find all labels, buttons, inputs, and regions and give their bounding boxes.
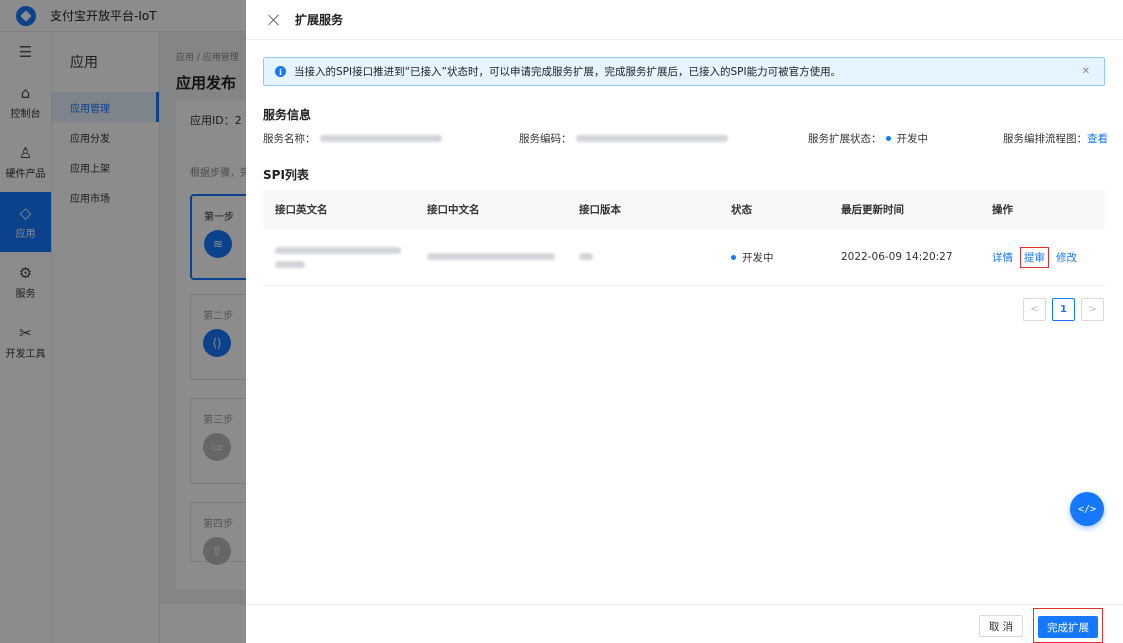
service-info-row: 服务名称： 服务编码： 服务扩展状态： 开发中 服务编排流程图： 查看 [263,131,1108,147]
service-name-value-redacted [319,135,442,142]
flow-chart: 服务编排流程图： 查看 [1003,131,1108,146]
service-code: 服务编码： [519,131,728,146]
info-alert: i 当接入的SPI接口推进到“已接入”状态时，可以申请完成服务扩展，完成服务扩展… [263,57,1105,86]
redacted-line [275,246,401,254]
table-row: 开发中 2022-06-09 14:20:27 详情 提审 修改 [263,229,1105,286]
redacted-line [427,253,555,260]
col-version: 接口版本 [579,204,621,216]
status-dot [731,254,736,260]
edit-link[interactable]: 修改 [1056,250,1077,265]
redacted-line [579,253,593,260]
redacted-line [275,260,305,268]
detail-link[interactable]: 详情 [992,250,1013,265]
close-icon[interactable] [267,13,281,27]
drawer-title: 扩展服务 [295,13,344,27]
service-name-label: 服务名称： [263,133,316,145]
col-cn-name: 接口中文名 [427,204,480,216]
drawer-header: 扩展服务 [246,0,1123,40]
alert-close-icon[interactable]: ✕ [1082,66,1090,77]
prev-page-button[interactable]: < [1023,298,1046,321]
next-page-button[interactable]: > [1081,298,1104,321]
col-updated: 最后更新时间 [841,204,904,216]
service-code-value-redacted [575,135,728,142]
service-info-title: 服务信息 [263,108,312,122]
cancel-button[interactable]: 取 消 [979,615,1023,637]
row-updated: 2022-06-09 14:20:27 [841,251,953,263]
alert-text: 当接入的SPI接口推进到“已接入”状态时，可以申请完成服务扩展，完成服务扩展后，… [294,66,842,78]
spi-table: 接口英文名 接口中文名 接口版本 状态 最后更新时间 操作 开发中 2022-0… [263,190,1105,286]
submit-review-link[interactable]: 提审 [1020,246,1049,268]
extend-service-drawer: 扩展服务 i 当接入的SPI接口推进到“已接入”状态时，可以申请完成服务扩展，完… [246,0,1123,643]
cn-name-redacted [427,251,555,263]
ext-status-value: 开发中 [896,133,929,145]
pagination: < 1 > [1023,298,1104,321]
page-1-button[interactable]: 1 [1052,298,1075,321]
drawer-footer: 取 消 完成扩展 [246,604,1123,643]
code-assistant-icon[interactable]: </> [1070,492,1104,526]
en-name-redacted [275,246,401,268]
service-code-label: 服务编码： [519,133,572,145]
service-name: 服务名称： [263,131,442,146]
complete-extension-button[interactable]: 完成扩展 [1038,616,1098,638]
row-status: 开发中 [731,250,774,265]
flow-chart-label: 服务编排流程图： [1003,133,1087,145]
col-actions: 操作 [992,204,1013,216]
ext-status-label: 服务扩展状态： [808,133,882,145]
ext-status: 服务扩展状态： 开发中 [808,131,928,146]
version-redacted [579,251,593,263]
confirm-highlight-box: 完成扩展 [1033,608,1103,643]
table-header: 接口英文名 接口中文名 接口版本 状态 最后更新时间 操作 [263,190,1105,229]
status-dot [885,136,891,141]
row-actions: 详情 提审 修改 [992,246,1077,268]
col-status: 状态 [731,204,752,216]
row-status-text: 开发中 [742,251,774,264]
flow-chart-view-link[interactable]: 查看 [1087,131,1108,146]
info-icon: i [275,66,286,77]
col-en-name: 接口英文名 [275,204,328,216]
spi-list-title: SPI列表 [263,168,309,182]
